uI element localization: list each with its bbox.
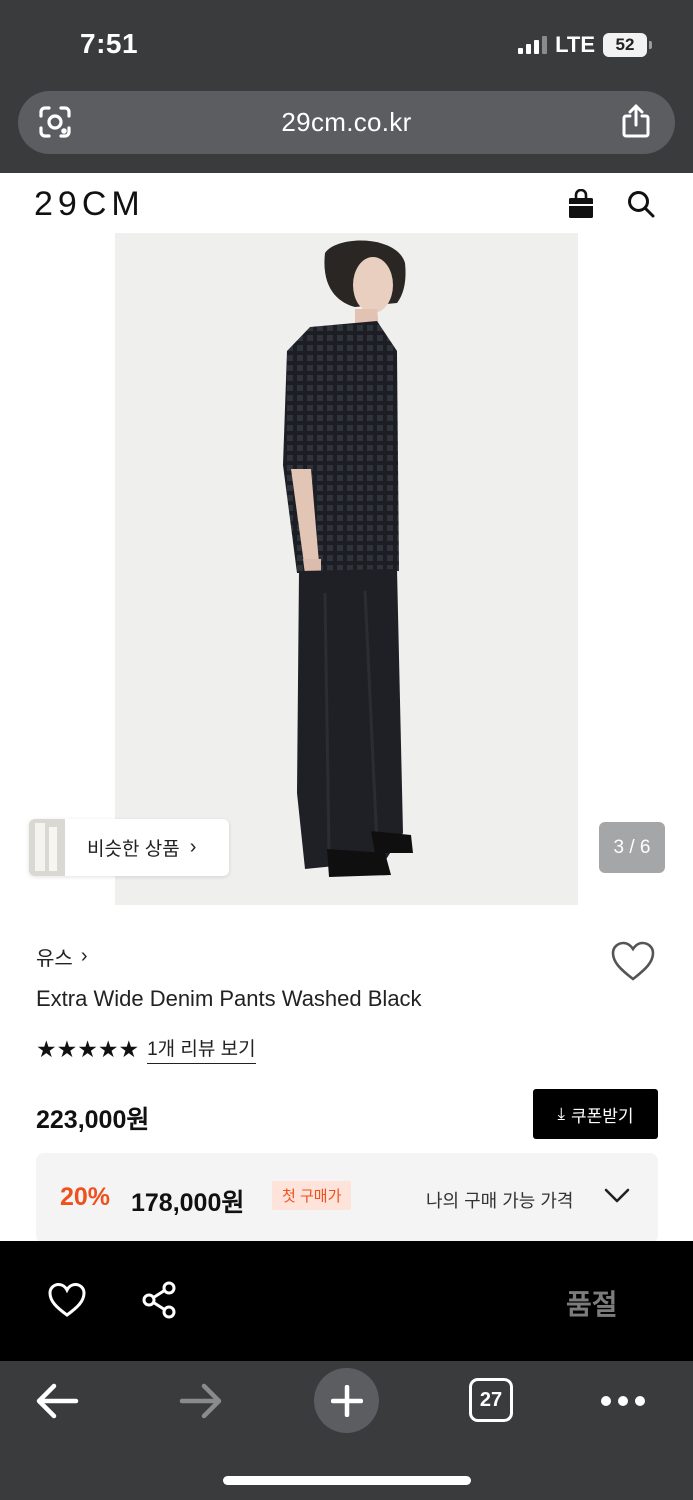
heart-icon[interactable]: [48, 1282, 86, 1318]
product-price: 223,000원: [36, 1106, 150, 1134]
url-text[interactable]: 29cm.co.kr: [281, 107, 411, 138]
site-header: 29CM: [0, 173, 693, 233]
back-arrow-icon[interactable]: [34, 1381, 80, 1421]
shopping-bag-icon[interactable]: [567, 189, 595, 219]
discount-price: 178,000원: [131, 1189, 245, 1217]
status-time: 7:51: [80, 28, 139, 59]
share-icon[interactable]: [141, 1281, 177, 1319]
plus-icon: [330, 1384, 363, 1417]
site-logo[interactable]: 29CM: [34, 185, 145, 224]
more-options-icon[interactable]: [600, 1391, 646, 1411]
address-bar[interactable]: 29cm.co.kr: [18, 91, 675, 154]
lens-scan-icon[interactable]: [38, 105, 72, 139]
similar-product-thumbnail: [29, 819, 65, 876]
product-name: Extra Wide Denim Pants Washed Black: [36, 986, 422, 1011]
battery-icon: 52: [603, 33, 652, 57]
review-link[interactable]: 1개 리뷰 보기: [147, 1034, 256, 1064]
star-rating: ★★★★★: [36, 1035, 140, 1062]
best-price-panel[interactable]: 20% 178,000원 첫 구매가 나의 구매 가능 가격: [36, 1153, 658, 1243]
product-image[interactable]: [115, 233, 578, 905]
rating-row: ★★★★★ 1개 리뷰 보기: [36, 1034, 256, 1064]
chevron-right-icon: ›: [189, 836, 197, 858]
chevron-right-icon: ›: [80, 945, 88, 967]
coupon-button-label: 쿠폰받기: [570, 1106, 634, 1126]
heart-icon[interactable]: [610, 940, 656, 982]
similar-products-label: 비슷한 상품: [87, 839, 180, 860]
browser-top-chrome: 7:51 LTE 52 29cm.co.kr: [0, 0, 693, 173]
similar-products-button[interactable]: 비슷한 상품 ›: [29, 819, 229, 876]
status-indicators: LTE 52: [518, 32, 652, 58]
home-indicator: [223, 1476, 471, 1485]
model-photo: [115, 233, 578, 905]
chevron-down-icon[interactable]: [604, 1187, 630, 1205]
signal-strength-icon: [518, 36, 548, 54]
coupon-button[interactable]: ⤓ 쿠폰받기: [533, 1089, 658, 1139]
download-icon: ⤓: [557, 1104, 565, 1123]
brand-name: 유스: [36, 948, 73, 970]
brand-link[interactable]: 유스 ›: [36, 942, 87, 971]
battery-level: 52: [615, 35, 635, 54]
tab-switcher-button[interactable]: 27: [469, 1378, 513, 1422]
first-purchase-badge: 첫 구매가: [272, 1181, 352, 1210]
discount-percent: 20%: [60, 1183, 111, 1211]
share-icon[interactable]: [619, 103, 653, 139]
purchase-action-bar: 품절: [0, 1241, 693, 1361]
sold-out-button[interactable]: 품절: [566, 1283, 618, 1323]
new-tab-button[interactable]: [314, 1368, 379, 1433]
forward-arrow-icon[interactable]: [178, 1381, 224, 1421]
search-icon[interactable]: [626, 189, 656, 219]
image-page-indicator: 3 / 6: [599, 822, 665, 873]
my-price-label[interactable]: 나의 구매 가능 가격: [426, 1187, 573, 1213]
network-type: LTE: [555, 32, 595, 57]
